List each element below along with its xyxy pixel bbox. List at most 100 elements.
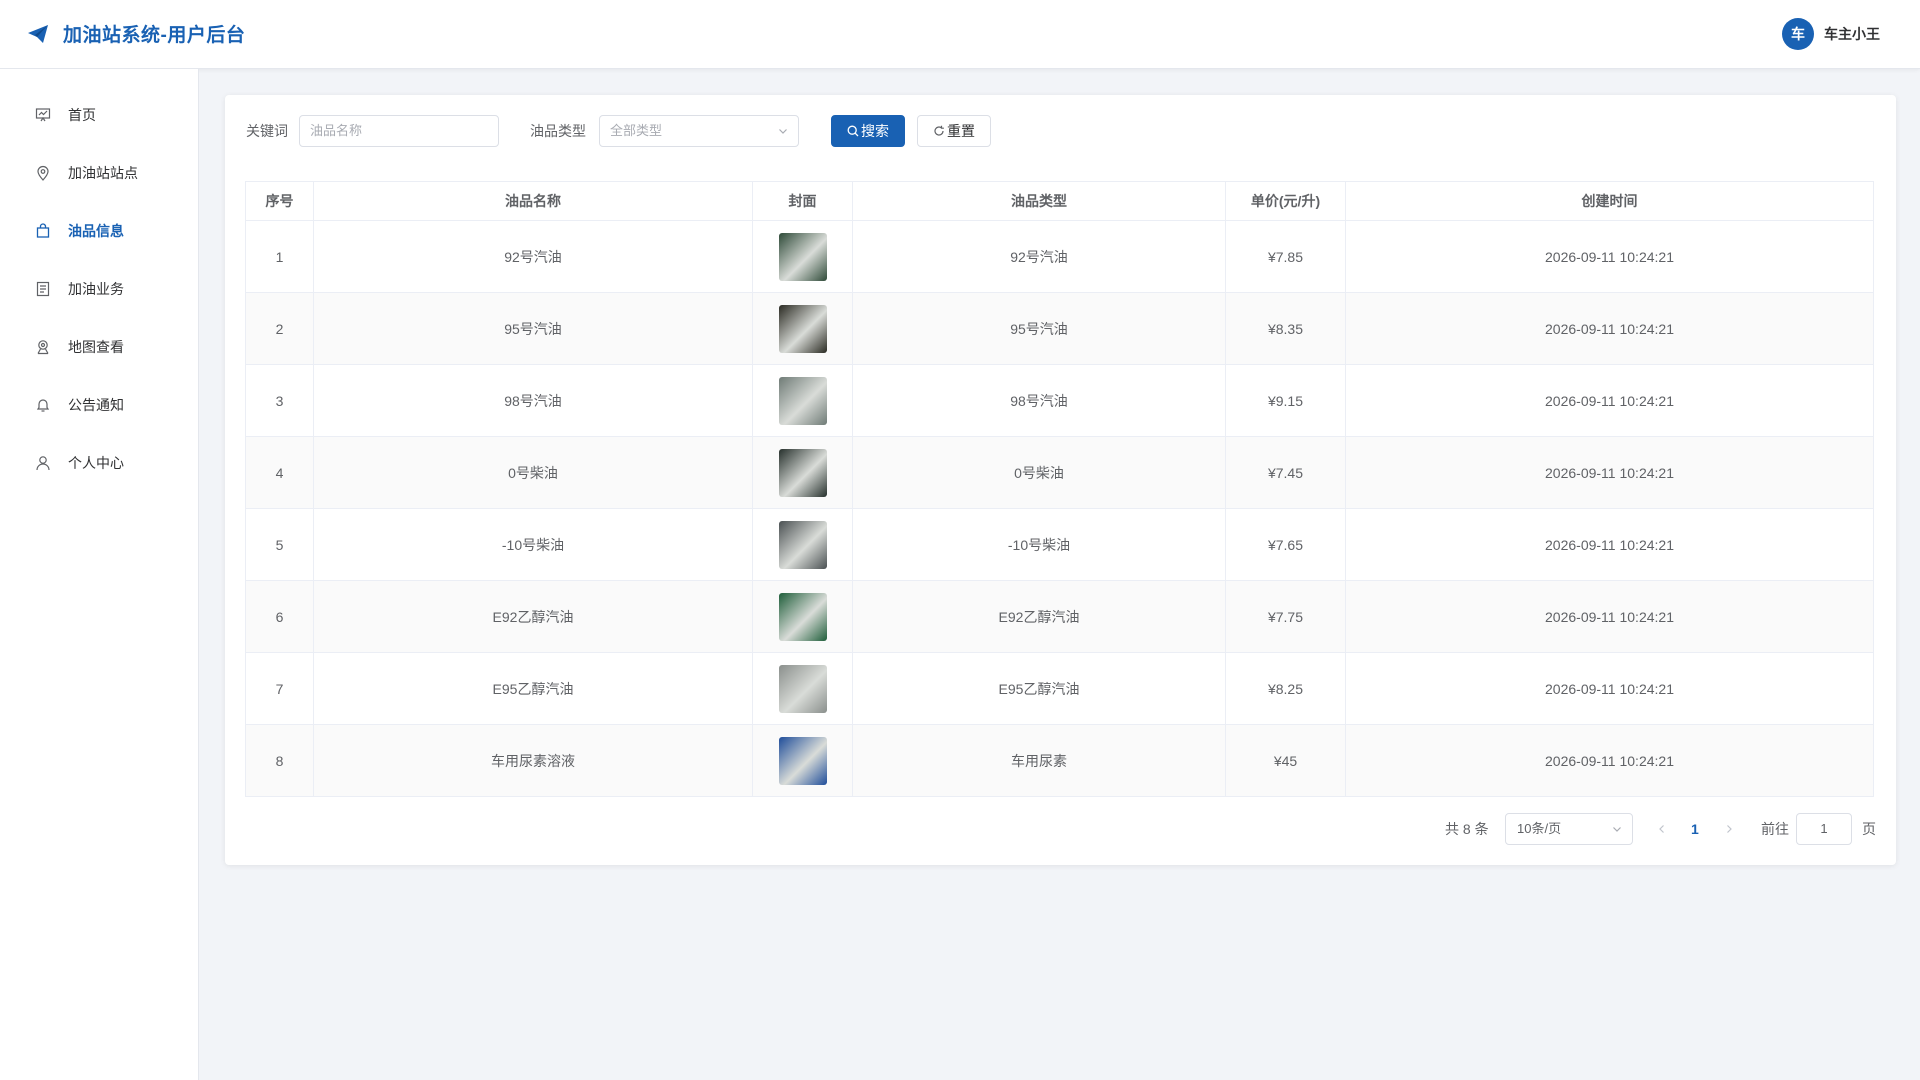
- sidebar-item-label: 加油业务: [68, 281, 124, 297]
- cover-image[interactable]: [778, 736, 827, 785]
- cell-created-time: 2026-09-11 10:24:21: [1345, 724, 1874, 797]
- reset-button[interactable]: 重置: [917, 115, 991, 147]
- table-row: 3 98号汽油 98号汽油 ¥9.15 2026-09-11 10:24:21: [245, 364, 1874, 437]
- cell-created-time: 2026-09-11 10:24:21: [1345, 652, 1874, 725]
- cell-index: 3: [245, 364, 314, 437]
- sidebar-item-label: 首页: [68, 107, 96, 123]
- column-header: 封面: [752, 181, 853, 221]
- sidebar-item-stations[interactable]: 加油站站点: [0, 153, 199, 193]
- document-icon: [34, 280, 52, 298]
- cell-price: ¥7.45: [1225, 436, 1346, 509]
- cell-created-time: 2026-09-11 10:24:21: [1345, 436, 1874, 509]
- table-header-row: 序号 油品名称 封面 油品类型 单价(元/升) 创建时间: [245, 181, 1874, 221]
- sidebar-item-refuel-business[interactable]: 加油业务: [0, 269, 199, 309]
- reset-button-label: 重置: [947, 123, 975, 139]
- cell-oil-type: 车用尿素: [852, 724, 1226, 797]
- sidebar-item-map[interactable]: 地图查看: [0, 327, 199, 367]
- pagination-total: 共 8 条: [1445, 821, 1489, 837]
- table-row: 6 E92乙醇汽油 E92乙醇汽油 ¥7.75 2026-09-11 10:24:21: [245, 580, 1874, 653]
- sidebar-item-home[interactable]: 首页: [0, 95, 199, 135]
- sidebar-item-label: 个人中心: [68, 455, 124, 471]
- sidebar-item-label: 地图查看: [68, 339, 124, 355]
- chevron-down-icon: [779, 129, 787, 134]
- cell-oil-name: 92号汽油: [313, 220, 753, 293]
- cell-cover: [752, 508, 853, 581]
- table-row: 4 0号柴油 0号柴油 ¥7.45 2026-09-11 10:24:21: [245, 436, 1874, 509]
- cell-created-time: 2026-09-11 10:24:21: [1345, 220, 1874, 293]
- search-button-label: 搜索: [861, 123, 889, 139]
- cell-index: 2: [245, 292, 314, 365]
- content-card: 关键词 油品名称 油品类型 全部类型 搜索 重置 序号 油品名称 封面 油品类型…: [225, 95, 1896, 865]
- cell-created-time: 2026-09-11 10:24:21: [1345, 580, 1874, 653]
- sidebar-item-profile[interactable]: 个人中心: [0, 443, 199, 483]
- sidebar-item-label: 公告通知: [68, 397, 124, 413]
- cover-image[interactable]: [778, 232, 827, 281]
- keyword-label: 关键词: [246, 123, 288, 139]
- cell-price: ¥7.85: [1225, 220, 1346, 293]
- chevron-left-icon: [1659, 825, 1664, 833]
- cover-image[interactable]: [778, 664, 827, 713]
- page-size-select[interactable]: 10条/页: [1505, 813, 1633, 845]
- search-button[interactable]: 搜索: [831, 115, 905, 147]
- cell-oil-type: E95乙醇汽油: [852, 652, 1226, 725]
- cell-cover: [752, 724, 853, 797]
- cell-created-time: 2026-09-11 10:24:21: [1345, 292, 1874, 365]
- cell-price: ¥7.75: [1225, 580, 1346, 653]
- keyword-input[interactable]: 油品名称: [299, 115, 499, 147]
- brand: 加油站系统-用户后台: [26, 20, 245, 47]
- cell-oil-type: 95号汽油: [852, 292, 1226, 365]
- table-row: 2 95号汽油 95号汽油 ¥8.35 2026-09-11 10:24:21: [245, 292, 1874, 365]
- sidebar-item-notices[interactable]: 公告通知: [0, 385, 199, 425]
- cell-cover: [752, 292, 853, 365]
- cell-created-time: 2026-09-11 10:24:21: [1345, 508, 1874, 581]
- cover-image[interactable]: [778, 376, 827, 425]
- cell-index: 4: [245, 436, 314, 509]
- page-unit-label: 页: [1862, 821, 1876, 837]
- type-select[interactable]: 全部类型: [599, 115, 799, 147]
- cell-index: 8: [245, 724, 314, 797]
- cell-index: 6: [245, 580, 314, 653]
- type-placeholder: 全部类型: [610, 123, 663, 138]
- sidebar-item-oil-info[interactable]: 油品信息: [0, 211, 199, 251]
- cover-image[interactable]: [778, 592, 827, 641]
- cell-cover: [752, 364, 853, 437]
- chevron-down-icon: [1613, 827, 1621, 832]
- location-pin-icon: [34, 164, 52, 182]
- chevron-right-icon: [1727, 825, 1732, 833]
- cell-oil-type: -10号柴油: [852, 508, 1226, 581]
- cell-price: ¥8.35: [1225, 292, 1346, 365]
- cell-price: ¥45: [1225, 724, 1346, 797]
- user-menu[interactable]: 车 车主小王: [1782, 18, 1880, 50]
- cell-oil-name: 95号汽油: [313, 292, 753, 365]
- table-row: 5 -10号柴油 -10号柴油 ¥7.65 2026-09-11 10:24:21: [245, 508, 1874, 581]
- page-size-value: 10条/页: [1517, 821, 1562, 836]
- cell-index: 7: [245, 652, 314, 725]
- column-header: 油品类型: [852, 181, 1226, 221]
- cell-index: 1: [245, 220, 314, 293]
- cell-oil-type: 92号汽油: [852, 220, 1226, 293]
- cell-oil-name: 98号汽油: [313, 364, 753, 437]
- bell-icon: [34, 396, 52, 414]
- monitor-chart-icon: [34, 106, 52, 124]
- avatar[interactable]: 车: [1782, 18, 1814, 50]
- cell-created-time: 2026-09-11 10:24:21: [1345, 364, 1874, 437]
- cell-index: 5: [245, 508, 314, 581]
- cell-oil-type: 98号汽油: [852, 364, 1226, 437]
- table-row: 8 车用尿素溶液 车用尿素 ¥45 2026-09-11 10:24:21: [245, 724, 1874, 797]
- column-header: 序号: [245, 181, 314, 221]
- column-header: 创建时间: [1345, 181, 1874, 221]
- cell-oil-type: E92乙醇汽油: [852, 580, 1226, 653]
- type-label: 油品类型: [530, 123, 586, 139]
- cell-cover: [752, 580, 853, 653]
- next-page-button[interactable]: [1724, 813, 1734, 845]
- cover-image[interactable]: [778, 304, 827, 353]
- cell-price: ¥8.25: [1225, 652, 1346, 725]
- cover-image[interactable]: [778, 520, 827, 569]
- prev-page-button[interactable]: [1657, 813, 1667, 845]
- sidebar-item-label: 油品信息: [68, 223, 124, 239]
- keyword-placeholder: 油品名称: [310, 123, 363, 138]
- goto-page-input[interactable]: 1: [1796, 813, 1852, 845]
- cover-image[interactable]: [778, 448, 827, 497]
- user-name[interactable]: 车主小王: [1824, 24, 1880, 44]
- page-number-current[interactable]: 1: [1691, 813, 1699, 845]
